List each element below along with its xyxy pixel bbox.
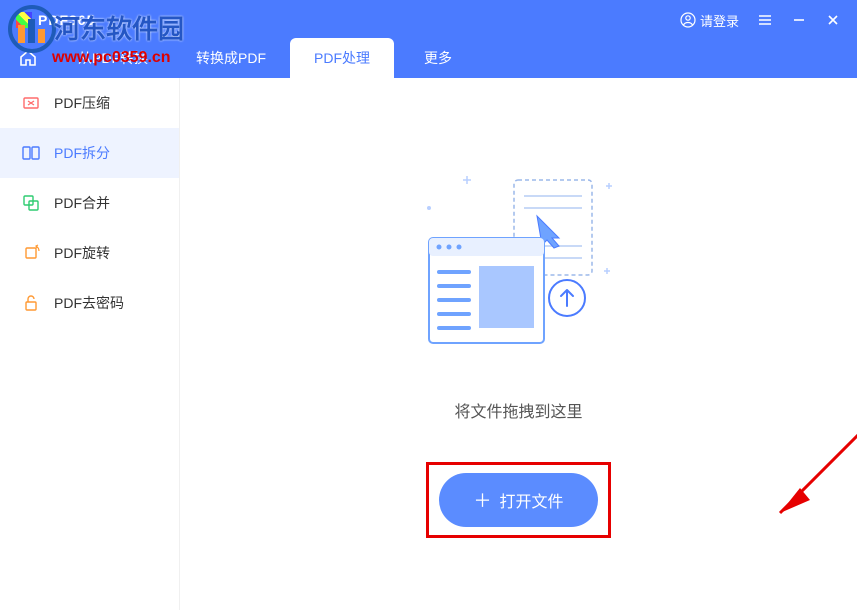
app-title: PDF365 (38, 12, 95, 28)
compress-icon (22, 94, 40, 112)
tab-pdf-process[interactable]: PDF处理 (290, 38, 394, 78)
drop-hint-text: 将文件拖拽到这里 (454, 398, 582, 422)
sidebar: PDF压缩 PDF拆分 PDF合并 PDF旋转 PDF去密码 (0, 78, 180, 610)
tab-from-pdf[interactable]: 从PDF转换 (54, 38, 172, 78)
app-logo: PDF365 (16, 12, 95, 28)
sidebar-item-label: PDF合并 (54, 193, 110, 213)
tabbar: 从PDF转换 转换成PDF PDF处理 更多 (0, 40, 857, 78)
menu-button[interactable] (757, 12, 773, 28)
sidebar-item-rotate[interactable]: PDF旋转 (0, 228, 179, 278)
sidebar-item-split[interactable]: PDF拆分 (0, 128, 179, 178)
sidebar-item-label: PDF拆分 (54, 143, 110, 163)
app-logo-icon (16, 12, 32, 28)
tab-more[interactable]: 更多 (394, 38, 482, 78)
sidebar-item-label: PDF压缩 (54, 93, 110, 113)
sidebar-item-label: PDF旋转 (54, 243, 110, 263)
open-file-button[interactable]: ＋ 打开文件 (439, 473, 597, 527)
titlebar: PDF365 请登录 (0, 0, 857, 40)
close-button[interactable] (825, 12, 841, 28)
home-icon (18, 48, 38, 68)
tab-to-pdf[interactable]: 转换成PDF (172, 38, 290, 78)
minimize-icon (792, 13, 806, 27)
minimize-button[interactable] (791, 12, 807, 28)
rotate-icon (22, 244, 40, 262)
login-label: 请登录 (700, 11, 739, 30)
unlock-icon (22, 294, 40, 312)
sidebar-item-label: PDF去密码 (54, 293, 124, 313)
sidebar-item-merge[interactable]: PDF合并 (0, 178, 179, 228)
main-content: 将文件拖拽到这里 ＋ 打开文件 (180, 78, 857, 610)
home-button[interactable] (14, 44, 42, 72)
plus-icon: ＋ (473, 487, 491, 513)
split-icon (22, 144, 40, 162)
user-icon (680, 12, 696, 28)
sidebar-item-compress[interactable]: PDF压缩 (0, 78, 179, 128)
sidebar-item-unlock[interactable]: PDF去密码 (0, 278, 179, 328)
close-icon (826, 13, 840, 27)
menu-icon (758, 13, 772, 27)
drop-illustration (409, 168, 629, 368)
merge-icon (22, 194, 40, 212)
annotation-highlight-box: ＋ 打开文件 (426, 462, 610, 538)
login-button[interactable]: 请登录 (680, 11, 739, 30)
open-file-label: 打开文件 (499, 488, 563, 512)
annotation-arrow (760, 348, 857, 548)
